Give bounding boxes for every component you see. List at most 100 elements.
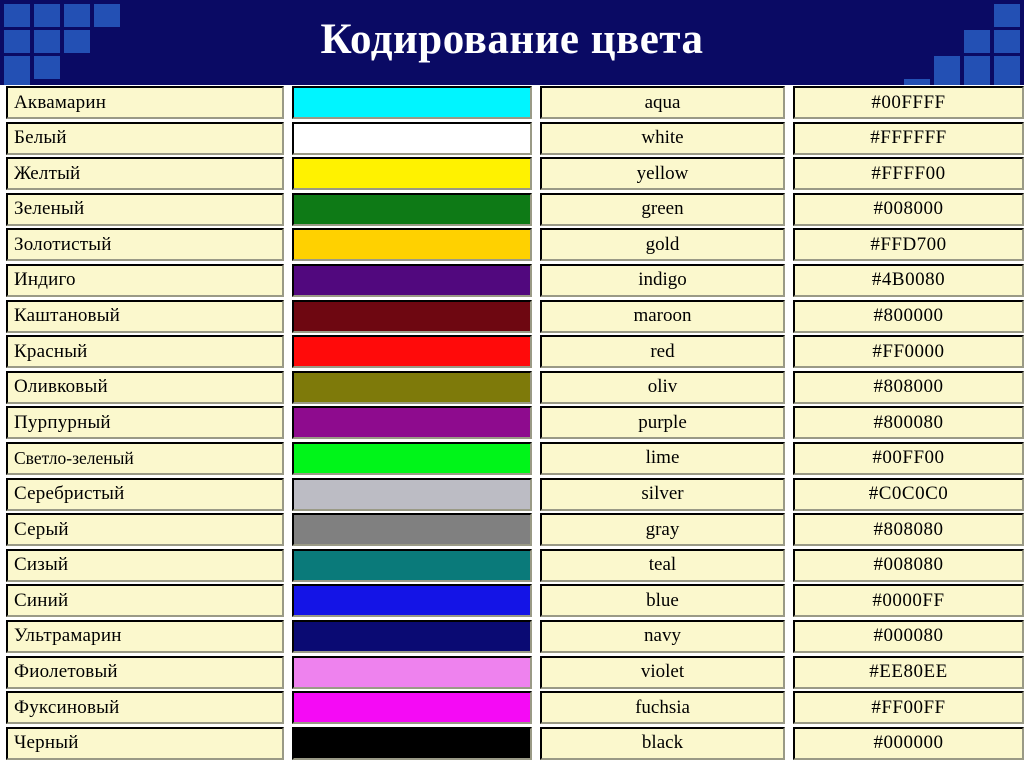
color-name-en: fuchsia [540,691,785,725]
color-hex-code: #008000 [793,192,1024,226]
table-row: Фиолетовый violet #EE80EE [0,655,1024,691]
color-hex-code: #FF00FF [793,691,1024,725]
color-name-ru: Фиолетовый [6,655,284,689]
color-swatch [292,726,532,760]
color-name-en: aqua [540,86,785,119]
color-name-ru: Золотистый [6,228,284,262]
table-row: Индиго indigo #4B0080 [0,263,1024,299]
table-row: Желтый yellow #FFFF00 [0,156,1024,192]
table-row: Светло-зеленый lime #00FF00 [0,441,1024,477]
color-name-en: blue [540,584,785,618]
table-row: Ультрамарин navy #000080 [0,619,1024,655]
table-row: Фуксиновый fuchsia #FF00FF [0,690,1024,726]
color-hex-code: #FFFFFF [793,121,1024,155]
color-name-en: teal [540,548,785,582]
color-hex-code: #FFFF00 [793,157,1024,191]
color-name-en: lime [540,441,785,475]
color-name-en: purple [540,406,785,440]
color-name-ru: Пурпурный [6,406,284,440]
color-name-ru: Индиго [6,263,284,297]
table-row: Зеленый green #008000 [0,192,1024,228]
page-title: Кодирование цвета [320,16,704,63]
slide-header-banner: Кодирование цвета [0,0,1024,85]
color-swatch-fill [294,123,530,153]
color-swatch-fill [294,693,530,723]
table-row: Аквамарин aqua #00FFFF [0,85,1024,121]
color-swatch [292,619,532,653]
table-row: Сизый teal #008080 [0,548,1024,584]
table-row: Оливковый oliv #808000 [0,370,1024,406]
color-name-en: maroon [540,299,785,333]
color-swatch [292,513,532,547]
color-swatch-fill [294,479,530,509]
color-swatch-fill [294,408,530,438]
color-swatch [292,441,532,475]
color-swatch [292,406,532,440]
color-hex-code: #0000FF [793,584,1024,618]
color-swatch [292,121,532,155]
color-hex-code: #000000 [793,726,1024,760]
color-swatch-fill [294,550,530,580]
color-name-ru: Белый [6,121,284,155]
color-swatch [292,655,532,689]
color-name-en: gold [540,228,785,262]
color-name-en: gray [540,513,785,547]
color-name-ru: Синий [6,584,284,618]
table-row: Серебристый silver #C0C0C0 [0,477,1024,513]
color-name-ru: Ультрамарин [6,619,284,653]
color-name-en: white [540,121,785,155]
color-name-ru: Аквамарин [6,86,284,119]
color-hex-code: #800000 [793,299,1024,333]
table-row: Белый white #FFFFFF [0,121,1024,157]
color-name-ru: Каштановый [6,299,284,333]
color-swatch [292,370,532,404]
color-hex-code: #808000 [793,370,1024,404]
color-swatch [292,335,532,369]
color-name-en: violet [540,655,785,689]
color-name-ru: Светло-зеленый [6,441,284,475]
color-hex-code: #008080 [793,548,1024,582]
color-name-en: black [540,726,785,760]
color-swatch [292,228,532,262]
color-name-en: indigo [540,263,785,297]
color-hex-code: #FFD700 [793,228,1024,262]
color-hex-code: #000080 [793,619,1024,653]
color-hex-code: #EE80EE [793,655,1024,689]
color-name-ru: Сизый [6,548,284,582]
color-swatch-fill [294,443,530,473]
color-name-ru: Оливковый [6,370,284,404]
table-row: Синий blue #0000FF [0,583,1024,619]
color-swatch-fill [294,657,530,687]
color-name-ru: Серебристый [6,477,284,511]
color-swatch [292,86,532,119]
color-swatch-fill [294,372,530,402]
table-row: Красный red #FF0000 [0,334,1024,370]
color-name-en: red [540,335,785,369]
color-name-ru: Зеленый [6,192,284,226]
color-swatch-fill [294,301,530,331]
color-swatch-fill [294,194,530,224]
color-hex-code: #4B0080 [793,263,1024,297]
color-swatch-fill [294,337,530,367]
table-row: Черный black #000000 [0,726,1024,762]
table-row: Пурпурный purple #800080 [0,405,1024,441]
color-hex-code: #00FFFF [793,86,1024,119]
color-swatch [292,477,532,511]
color-swatch-fill [294,230,530,260]
color-swatch-fill [294,515,530,545]
color-swatch [292,584,532,618]
color-name-en: green [540,192,785,226]
color-name-ru: Черный [6,726,284,760]
color-name-en: yellow [540,157,785,191]
color-swatch-fill [294,159,530,189]
color-hex-code: #FF0000 [793,335,1024,369]
color-hex-code: #00FF00 [793,441,1024,475]
table-row: Каштановый maroon #800000 [0,299,1024,335]
color-swatch [292,157,532,191]
color-name-ru: Желтый [6,157,284,191]
color-name-ru: Серый [6,513,284,547]
color-name-en: navy [540,619,785,653]
table-row: Серый gray #808080 [0,512,1024,548]
color-name-ru: Красный [6,335,284,369]
color-name-ru: Фуксиновый [6,691,284,725]
